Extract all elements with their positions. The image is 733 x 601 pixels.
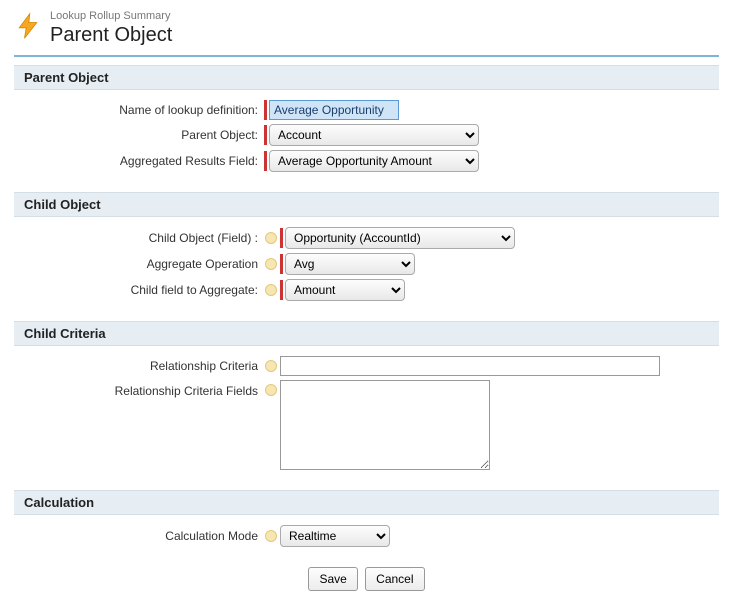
required-indicator [280,254,283,274]
section-child-object: Child Object [14,192,719,217]
label-relationship-criteria-fields: Relationship Criteria Fields [14,380,264,398]
section-calculation: Calculation [14,490,719,515]
aggregate-operation-select[interactable]: Avg [285,253,415,275]
help-icon[interactable] [265,360,277,372]
label-name-of-lookup: Name of lookup definition: [14,103,264,117]
relationship-criteria-input[interactable] [280,356,660,376]
required-indicator [264,125,267,145]
help-icon[interactable] [265,284,277,296]
label-child-object-field: Child Object (Field) : [14,231,264,245]
help-icon[interactable] [265,258,277,270]
lightning-icon [14,12,42,40]
help-icon[interactable] [265,384,277,396]
section-parent-object: Parent Object [14,65,719,90]
label-agg-results-field: Aggregated Results Field: [14,154,264,168]
parent-object-select[interactable]: Account [269,124,479,146]
header-eyebrow: Lookup Rollup Summary [50,10,172,23]
help-icon[interactable] [265,530,277,542]
child-object-field-select[interactable]: Opportunity (AccountId) [285,227,515,249]
page-title: Parent Object [50,23,172,47]
required-indicator [280,228,283,248]
label-parent-object: Parent Object: [14,128,264,142]
required-indicator [264,151,267,171]
aggregated-results-field-select[interactable]: Average Opportunity Amount [269,150,479,172]
label-child-field-aggregate: Child field to Aggregate: [14,283,264,297]
required-indicator [264,100,267,120]
label-calculation-mode: Calculation Mode [14,529,264,543]
relationship-criteria-fields-textarea[interactable] [280,380,490,470]
calculation-mode-select[interactable]: Realtime [280,525,390,547]
label-relationship-criteria: Relationship Criteria [14,359,264,373]
page-header: Lookup Rollup Summary Parent Object [14,10,719,57]
name-of-lookup-input[interactable] [269,100,399,120]
help-icon[interactable] [265,232,277,244]
child-field-to-aggregate-select[interactable]: Amount [285,279,405,301]
section-child-criteria: Child Criteria [14,321,719,346]
required-indicator [280,280,283,300]
label-aggregate-operation: Aggregate Operation [14,257,264,271]
